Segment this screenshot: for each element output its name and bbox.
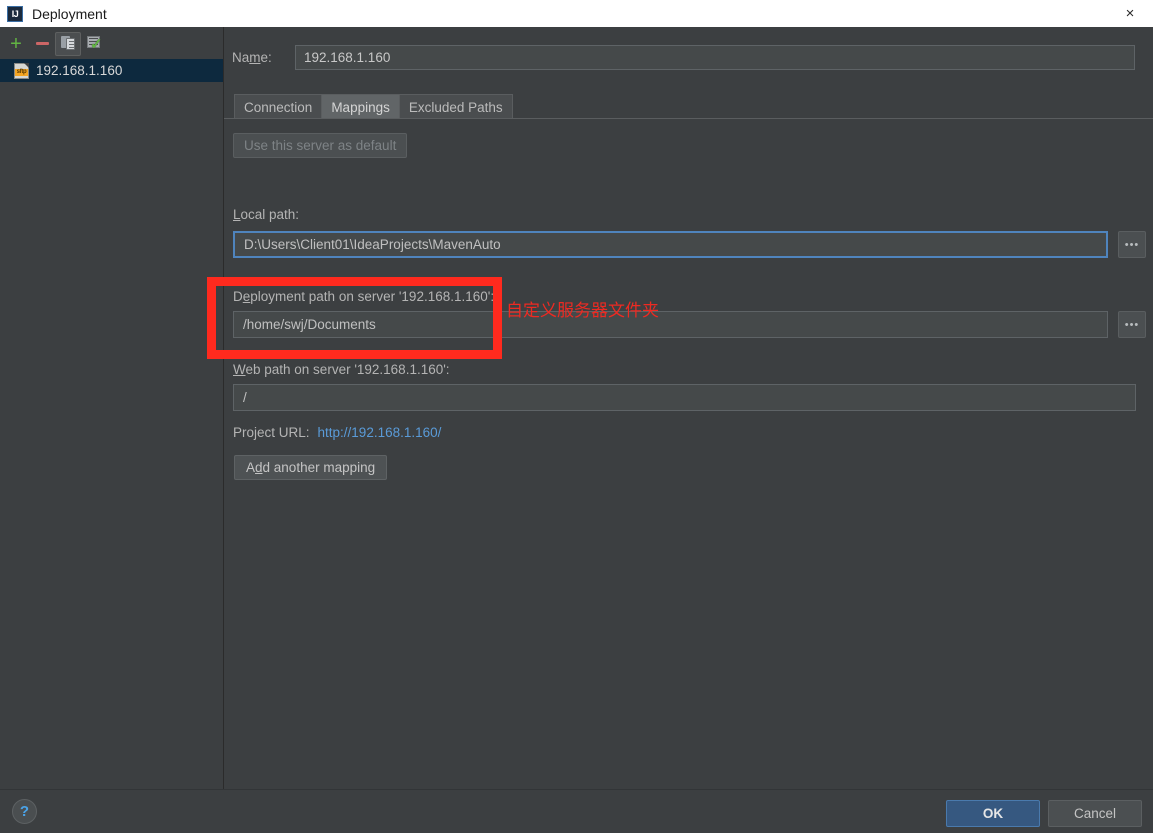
server-toolbar: + ✓ (0, 30, 227, 57)
web-path-input[interactable]: / (233, 384, 1136, 411)
name-row: Name: 192.168.1.160 (232, 45, 1135, 70)
project-url-label: Project URL: (233, 425, 310, 440)
use-server-as-default-button[interactable]: Use this server as default (233, 133, 408, 158)
name-label: Name: (232, 50, 272, 65)
tab-mappings[interactable]: Mappings (321, 94, 400, 119)
server-list: sftp 192.168.1.160 (0, 59, 223, 82)
list-item[interactable]: sftp 192.168.1.160 (0, 59, 223, 82)
add-server-button[interactable]: + (3, 32, 29, 56)
deployment-dialog: IJ Deployment × + ✓ sftp 192.168.1.160 N… (0, 0, 1153, 833)
close-icon[interactable]: × (1107, 0, 1153, 27)
tab-connection[interactable]: Connection (234, 94, 323, 119)
server-details-panel: Name: 192.168.1.160 Connection Mappings … (224, 27, 1153, 789)
annotation-note: 自定义服务器文件夹 (506, 301, 659, 321)
cancel-button[interactable]: Cancel (1048, 800, 1142, 827)
dialog-body: + ✓ sftp 192.168.1.160 Name: 192.168.1.1… (0, 27, 1153, 789)
sftp-badge: sftp (15, 68, 28, 76)
ok-button[interactable]: OK (946, 800, 1040, 827)
server-name-label: 192.168.1.160 (36, 63, 123, 78)
copy-server-button[interactable] (55, 31, 81, 56)
title-bar: IJ Deployment × (0, 0, 1153, 27)
local-path-input[interactable]: D:\Users\Client01\IdeaProjects\MavenAuto (233, 231, 1108, 258)
deployment-path-browse-button[interactable]: ••• (1118, 311, 1146, 338)
name-input[interactable]: 192.168.1.160 (295, 45, 1135, 70)
local-path-browse-button[interactable]: ••• (1118, 231, 1146, 258)
project-url-link[interactable]: http://192.168.1.160/ (318, 425, 442, 440)
server-list-panel: + ✓ sftp 192.168.1.160 (0, 27, 224, 789)
window-title: Deployment (32, 5, 107, 22)
tab-bar: Connection Mappings Excluded Paths (234, 93, 513, 119)
server-check-icon: ✓ (86, 36, 103, 52)
tab-divider (224, 118, 1153, 119)
local-path-label: Local path: (233, 207, 300, 222)
help-icon[interactable]: ? (12, 799, 37, 824)
remove-server-button[interactable] (29, 32, 55, 56)
sftp-icon: sftp (14, 62, 29, 79)
web-path-label: Web path on server '192.168.1.160': (233, 362, 450, 377)
intellij-icon: IJ (7, 5, 23, 22)
set-default-server-button[interactable]: ✓ (81, 32, 107, 56)
add-another-mapping-button[interactable]: Add another mapping (234, 455, 388, 480)
copy-icon (60, 36, 76, 51)
deployment-path-input[interactable]: /home/swj/Documents (233, 311, 1108, 338)
project-url-row: Project URL: http://192.168.1.160/ (233, 425, 441, 440)
deployment-path-label: Deployment path on server '192.168.1.160… (233, 289, 495, 304)
plus-icon: + (10, 32, 22, 55)
minus-icon (35, 42, 49, 45)
tab-excluded-paths[interactable]: Excluded Paths (398, 94, 513, 119)
